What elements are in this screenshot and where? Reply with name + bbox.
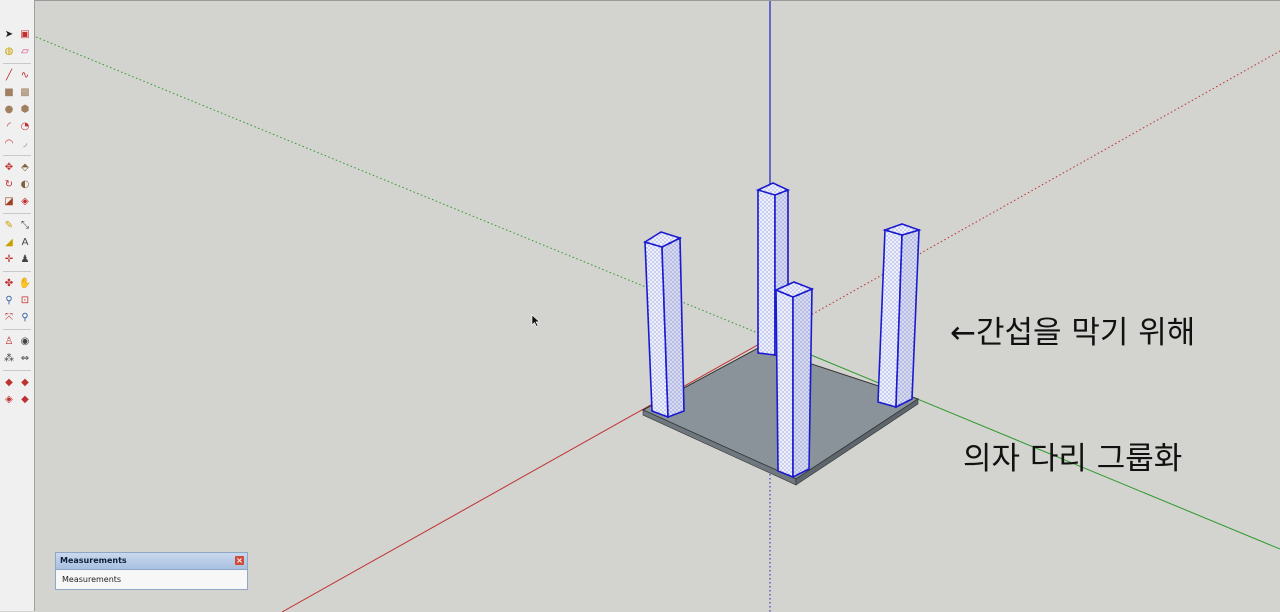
measurements-field[interactable]: Measurements <box>56 570 247 590</box>
pie-icon[interactable]: ◔ <box>18 120 32 134</box>
toolbar-separator <box>3 271 31 272</box>
3d-text-icon[interactable]: ♟ <box>18 253 32 267</box>
chair-leg-left[interactable] <box>643 231 685 419</box>
make-component-icon[interactable]: ▣ <box>18 28 32 42</box>
toolbar-separator <box>3 329 31 330</box>
orbit-icon[interactable]: ✤ <box>2 277 16 291</box>
toolbar-separator <box>3 213 31 214</box>
zoom-extents-icon[interactable]: ⤧ <box>2 311 16 325</box>
measurements-titlebar: Measurements × <box>56 553 247 570</box>
toolbar-separator <box>3 155 31 156</box>
rectangle-icon[interactable]: ■ <box>2 86 16 100</box>
chair-leg-front[interactable] <box>773 281 815 479</box>
scale-icon[interactable]: ◪ <box>2 195 16 209</box>
two-point-arc-icon[interactable]: ◞ <box>18 137 32 151</box>
polygon-icon[interactable]: ⬢ <box>18 103 32 117</box>
annotation-line-1: ←간섭을 막기 위해 <box>950 315 1196 351</box>
dimension-icon[interactable]: ⤡ <box>18 219 32 233</box>
close-icon[interactable]: × <box>235 556 244 565</box>
push-pull-icon[interactable]: ⬘ <box>18 161 32 175</box>
measurements-dialog: Measurements × Measurements <box>55 552 248 590</box>
pencil-line-icon[interactable]: ╱ <box>2 69 16 83</box>
text-icon[interactable]: A <box>18 236 32 250</box>
extension-warehouse-icon[interactable]: ◈ <box>2 393 16 407</box>
follow-me-icon[interactable]: ◐ <box>18 178 32 192</box>
share-component-icon[interactable]: ◆ <box>18 376 32 390</box>
paint-bucket-icon[interactable]: ◍ <box>2 45 16 59</box>
rotate-icon[interactable]: ↻ <box>2 178 16 192</box>
rotated-rectangle-icon[interactable]: ▩ <box>18 86 32 100</box>
eraser-icon[interactable]: ▱ <box>18 45 32 59</box>
arc-icon[interactable]: ◜ <box>2 120 16 134</box>
3d-warehouse-icon[interactable]: ◆ <box>2 376 16 390</box>
circle-icon[interactable]: ● <box>2 103 16 117</box>
mouse-cursor-icon <box>531 314 541 327</box>
look-around-icon[interactable]: ◉ <box>18 335 32 349</box>
chair-leg-right[interactable] <box>877 223 922 409</box>
previous-view-icon[interactable]: ⚲ <box>18 311 32 325</box>
walk-icon[interactable]: ⁂ <box>2 352 16 366</box>
tool-palette: ➤ ▣ ◍ ▱ ╱ ∿ ■ ▩ ● ⬢ ◜ ◔ ◠ ◞ ✥ ⬘ ↻ ◐ ◪ ◈ ✎ ⤡ ◢ A ✛ ♟ ✤ ✋ ⚲ ⊡ ⤧ ⚲ ♙ ◉ ⁂ ⇔ ◆ ◆ ◈ ◆ <box>0 0 35 611</box>
ruby-console-icon[interactable]: ◆ <box>18 393 32 407</box>
freehand-icon[interactable]: ∿ <box>18 69 32 83</box>
annotation-line-2: 의자 다리 그룹화 <box>962 441 1183 477</box>
move-icon[interactable]: ✥ <box>2 161 16 175</box>
tape-measure-icon[interactable]: ✎ <box>2 219 16 233</box>
section-plane-icon[interactable]: ⇔ <box>18 352 32 366</box>
position-camera-icon[interactable]: ♙ <box>2 335 16 349</box>
three-point-arc-icon[interactable]: ◠ <box>2 137 16 151</box>
measurements-title: Measurements <box>60 556 127 565</box>
toolbar-separator <box>3 370 31 371</box>
offset-icon[interactable]: ◈ <box>18 195 32 209</box>
pan-hand-icon[interactable]: ✋ <box>18 277 32 291</box>
select-arrow-icon[interactable]: ➤ <box>2 28 16 42</box>
zoom-icon[interactable]: ⚲ <box>2 294 16 308</box>
protractor-icon[interactable]: ◢ <box>2 236 16 250</box>
axes-icon[interactable]: ✛ <box>2 253 16 267</box>
toolbar-separator <box>3 63 31 64</box>
annotation-text: ←간섭을 막기 위해 의자 다리 그룹화 <box>950 228 1195 522</box>
zoom-window-icon[interactable]: ⊡ <box>18 294 32 308</box>
red-axis-solid <box>281 337 771 612</box>
